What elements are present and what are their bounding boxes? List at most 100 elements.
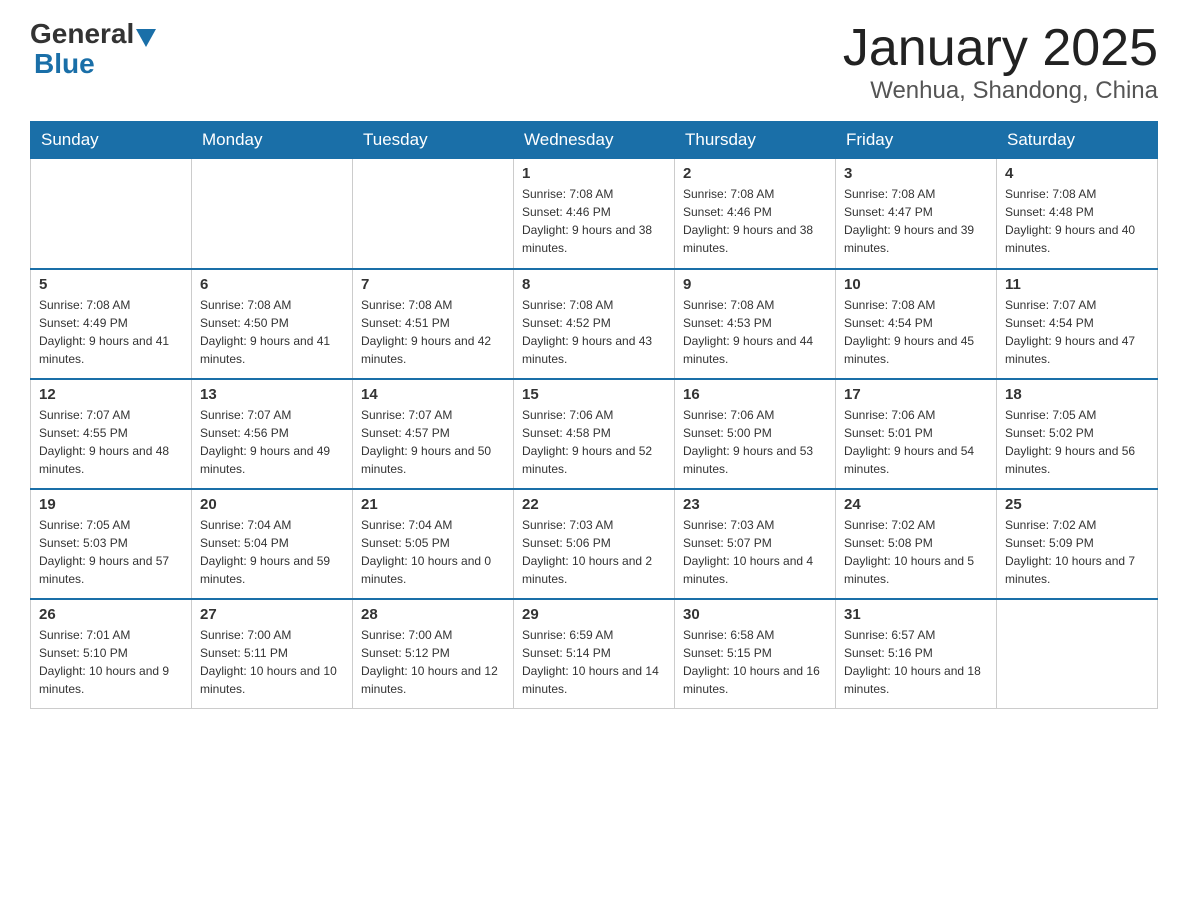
day-info: Sunrise: 7:00 AMSunset: 5:11 PMDaylight:… bbox=[200, 626, 344, 698]
day-number: 5 bbox=[39, 276, 183, 293]
calendar-table: SundayMondayTuesdayWednesdayThursdayFrid… bbox=[30, 121, 1158, 709]
day-info: Sunrise: 6:58 AMSunset: 5:15 PMDaylight:… bbox=[683, 626, 827, 698]
title-section: January 2025 Wenhua, Shandong, China bbox=[843, 20, 1158, 105]
calendar-header-tuesday: Tuesday bbox=[353, 122, 514, 159]
calendar-cell: 12 Sunrise: 7:07 AMSunset: 4:55 PMDayligh… bbox=[31, 379, 192, 489]
day-number: 24 bbox=[844, 496, 988, 513]
calendar-week-1: 1 Sunrise: 7:08 AMSunset: 4:46 PMDaylight… bbox=[31, 159, 1158, 269]
calendar-header-saturday: Saturday bbox=[997, 122, 1158, 159]
day-number: 4 bbox=[1005, 165, 1149, 182]
day-info: Sunrise: 7:04 AMSunset: 5:05 PMDaylight:… bbox=[361, 516, 505, 588]
calendar-cell: 7 Sunrise: 7:08 AMSunset: 4:51 PMDaylight… bbox=[353, 269, 514, 379]
day-info: Sunrise: 7:08 AMSunset: 4:52 PMDaylight:… bbox=[522, 296, 666, 368]
day-info: Sunrise: 7:08 AMSunset: 4:46 PMDaylight:… bbox=[683, 185, 827, 257]
calendar-cell: 10 Sunrise: 7:08 AMSunset: 4:54 PMDayligh… bbox=[836, 269, 997, 379]
day-info: Sunrise: 7:00 AMSunset: 5:12 PMDaylight:… bbox=[361, 626, 505, 698]
day-number: 3 bbox=[844, 165, 988, 182]
calendar-cell bbox=[31, 159, 192, 269]
calendar-cell: 15Sunrise: 7:06 AMSunset: 4:58 PMDayligh… bbox=[514, 379, 675, 489]
day-number: 19 bbox=[39, 496, 183, 513]
day-info: Sunrise: 7:05 AMSunset: 5:03 PMDaylight:… bbox=[39, 516, 183, 588]
day-info: Sunrise: 7:05 AMSunset: 5:02 PMDaylight:… bbox=[1005, 406, 1149, 478]
logo: General Blue bbox=[30, 20, 158, 80]
calendar-cell: 18 Sunrise: 7:05 AMSunset: 5:02 PMDayligh… bbox=[997, 379, 1158, 489]
day-number: 17 bbox=[844, 386, 988, 403]
calendar-cell: 6 Sunrise: 7:08 AMSunset: 4:50 PMDaylight… bbox=[192, 269, 353, 379]
day-number: 29 bbox=[522, 606, 666, 623]
calendar-header-thursday: Thursday bbox=[675, 122, 836, 159]
day-info: Sunrise: 7:08 AMSunset: 4:49 PMDaylight:… bbox=[39, 296, 183, 368]
calendar-cell: 28 Sunrise: 7:00 AMSunset: 5:12 PMDayligh… bbox=[353, 599, 514, 709]
day-number: 26 bbox=[39, 606, 183, 623]
day-info: Sunrise: 7:08 AMSunset: 4:54 PMDaylight:… bbox=[844, 296, 988, 368]
day-number: 31 bbox=[844, 606, 988, 623]
day-info: Sunrise: 7:07 AMSunset: 4:54 PMDaylight:… bbox=[1005, 296, 1149, 368]
day-number: 28 bbox=[361, 606, 505, 623]
calendar-week-4: 19 Sunrise: 7:05 AMSunset: 5:03 PMDayligh… bbox=[31, 489, 1158, 599]
day-number: 12 bbox=[39, 386, 183, 403]
calendar-cell: 23 Sunrise: 7:03 AMSunset: 5:07 PMDayligh… bbox=[675, 489, 836, 599]
calendar-cell bbox=[192, 159, 353, 269]
day-number: 2 bbox=[683, 165, 827, 182]
day-info: Sunrise: 7:07 AMSunset: 4:55 PMDaylight:… bbox=[39, 406, 183, 478]
day-number: 9 bbox=[683, 276, 827, 293]
day-info: Sunrise: 7:07 AMSunset: 4:57 PMDaylight:… bbox=[361, 406, 505, 478]
day-info: Sunrise: 7:08 AMSunset: 4:48 PMDaylight:… bbox=[1005, 185, 1149, 257]
calendar-week-3: 12 Sunrise: 7:07 AMSunset: 4:55 PMDayligh… bbox=[31, 379, 1158, 489]
calendar-cell: 19 Sunrise: 7:05 AMSunset: 5:03 PMDayligh… bbox=[31, 489, 192, 599]
calendar-cell: 14Sunrise: 7:07 AMSunset: 4:57 PMDayligh… bbox=[353, 379, 514, 489]
calendar-cell: 1 Sunrise: 7:08 AMSunset: 4:46 PMDaylight… bbox=[514, 159, 675, 269]
calendar-cell bbox=[353, 159, 514, 269]
day-info: Sunrise: 7:08 AMSunset: 4:46 PMDaylight:… bbox=[522, 185, 666, 257]
day-info: Sunrise: 6:57 AMSunset: 5:16 PMDaylight:… bbox=[844, 626, 988, 698]
day-number: 1 bbox=[522, 165, 666, 182]
day-info: Sunrise: 7:06 AMSunset: 5:01 PMDaylight:… bbox=[844, 406, 988, 478]
calendar-header-wednesday: Wednesday bbox=[514, 122, 675, 159]
calendar-cell: 24 Sunrise: 7:02 AMSunset: 5:08 PMDayligh… bbox=[836, 489, 997, 599]
day-number: 11 bbox=[1005, 276, 1149, 293]
calendar-cell: 8 Sunrise: 7:08 AMSunset: 4:52 PMDaylight… bbox=[514, 269, 675, 379]
day-number: 23 bbox=[683, 496, 827, 513]
day-info: Sunrise: 7:08 AMSunset: 4:50 PMDaylight:… bbox=[200, 296, 344, 368]
calendar-cell: 21 Sunrise: 7:04 AMSunset: 5:05 PMDayligh… bbox=[353, 489, 514, 599]
day-info: Sunrise: 7:08 AMSunset: 4:51 PMDaylight:… bbox=[361, 296, 505, 368]
day-number: 21 bbox=[361, 496, 505, 513]
calendar-cell: 17 Sunrise: 7:06 AMSunset: 5:01 PMDayligh… bbox=[836, 379, 997, 489]
day-number: 25 bbox=[1005, 496, 1149, 513]
day-number: 7 bbox=[361, 276, 505, 293]
calendar-cell: 13Sunrise: 7:07 AMSunset: 4:56 PMDayligh… bbox=[192, 379, 353, 489]
calendar-cell: 22Sunrise: 7:03 AMSunset: 5:06 PMDayligh… bbox=[514, 489, 675, 599]
day-info: Sunrise: 7:01 AMSunset: 5:10 PMDaylight:… bbox=[39, 626, 183, 698]
day-number: 10 bbox=[844, 276, 988, 293]
day-number: 8 bbox=[522, 276, 666, 293]
day-info: Sunrise: 7:03 AMSunset: 5:07 PMDaylight:… bbox=[683, 516, 827, 588]
calendar-cell: 11 Sunrise: 7:07 AMSunset: 4:54 PMDayligh… bbox=[997, 269, 1158, 379]
day-info: Sunrise: 6:59 AMSunset: 5:14 PMDaylight:… bbox=[522, 626, 666, 698]
calendar-cell: 2 Sunrise: 7:08 AMSunset: 4:46 PMDaylight… bbox=[675, 159, 836, 269]
day-info: Sunrise: 7:02 AMSunset: 5:08 PMDaylight:… bbox=[844, 516, 988, 588]
day-info: Sunrise: 7:02 AMSunset: 5:09 PMDaylight:… bbox=[1005, 516, 1149, 588]
calendar-cell bbox=[997, 599, 1158, 709]
day-info: Sunrise: 7:04 AMSunset: 5:04 PMDaylight:… bbox=[200, 516, 344, 588]
calendar-cell: 20 Sunrise: 7:04 AMSunset: 5:04 PMDayligh… bbox=[192, 489, 353, 599]
calendar-header-row: SundayMondayTuesdayWednesdayThursdayFrid… bbox=[31, 122, 1158, 159]
calendar-cell: 31 Sunrise: 6:57 AMSunset: 5:16 PMDayligh… bbox=[836, 599, 997, 709]
calendar-header-sunday: Sunday bbox=[31, 122, 192, 159]
day-number: 13 bbox=[200, 386, 344, 403]
day-number: 20 bbox=[200, 496, 344, 513]
day-number: 15 bbox=[522, 386, 666, 403]
calendar-cell: 9 Sunrise: 7:08 AMSunset: 4:53 PMDaylight… bbox=[675, 269, 836, 379]
day-number: 30 bbox=[683, 606, 827, 623]
logo-triangle-icon bbox=[136, 29, 156, 47]
calendar-cell: 3 Sunrise: 7:08 AMSunset: 4:47 PMDaylight… bbox=[836, 159, 997, 269]
calendar-cell: 30 Sunrise: 6:58 AMSunset: 5:15 PMDayligh… bbox=[675, 599, 836, 709]
day-number: 6 bbox=[200, 276, 344, 293]
day-info: Sunrise: 7:08 AMSunset: 4:53 PMDaylight:… bbox=[683, 296, 827, 368]
day-number: 18 bbox=[1005, 386, 1149, 403]
calendar-cell: 5 Sunrise: 7:08 AMSunset: 4:49 PMDaylight… bbox=[31, 269, 192, 379]
calendar-cell: 25 Sunrise: 7:02 AMSunset: 5:09 PMDayligh… bbox=[997, 489, 1158, 599]
day-info: Sunrise: 7:06 AMSunset: 5:00 PMDaylight:… bbox=[683, 406, 827, 478]
day-info: Sunrise: 7:03 AMSunset: 5:06 PMDaylight:… bbox=[522, 516, 666, 588]
day-info: Sunrise: 7:08 AMSunset: 4:47 PMDaylight:… bbox=[844, 185, 988, 257]
calendar-header-friday: Friday bbox=[836, 122, 997, 159]
